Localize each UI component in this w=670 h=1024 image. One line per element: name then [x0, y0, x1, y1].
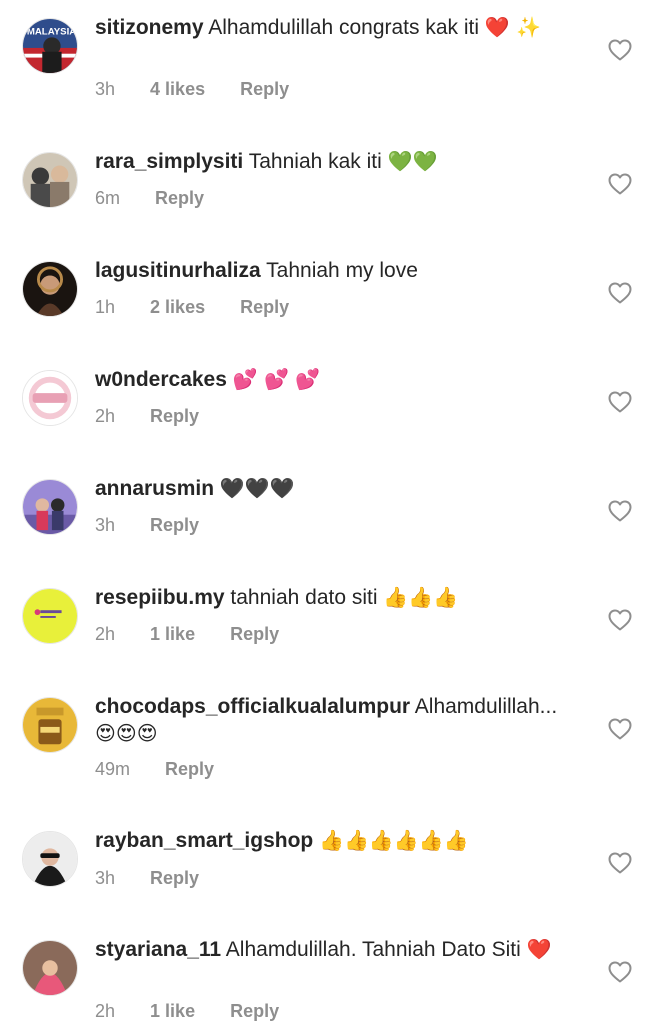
- svg-text:MALAYSIA: MALAYSIA: [27, 26, 76, 37]
- reply-button[interactable]: Reply: [150, 406, 199, 426]
- reply-button[interactable]: Reply: [240, 297, 289, 317]
- reply-button[interactable]: Reply: [150, 515, 199, 535]
- heart-outline-icon[interactable]: [608, 852, 632, 874]
- comment-time: 3h: [95, 868, 116, 888]
- comment-emoji: 👍👍👍👍👍👍: [319, 828, 469, 852]
- comment-likes[interactable]: 4 likes: [150, 79, 205, 99]
- avatar[interactable]: [22, 479, 78, 535]
- comment-username[interactable]: rara_simplysiti: [95, 150, 243, 173]
- comment-username[interactable]: w0ndercakes: [95, 368, 227, 391]
- comment-meta: 49m Reply: [95, 759, 244, 780]
- comment-text: annarusmin 🖤🖤🖤: [95, 475, 565, 502]
- heart-outline-icon[interactable]: [608, 391, 632, 413]
- comment-likes[interactable]: 2 likes: [150, 297, 205, 317]
- comment-meta: 3h 4 likes Reply: [95, 79, 319, 100]
- comment-text: styariana_11 Alhamdulillah. Tahniah Dato…: [95, 936, 565, 963]
- comment-message: Alhamdulillah congrats kak iti: [208, 16, 480, 39]
- avatar[interactable]: [22, 370, 78, 426]
- comment-meta: 2h 1 like Reply: [95, 624, 309, 645]
- comment-username[interactable]: chocodaps_officialkualalumpur: [95, 695, 410, 718]
- comment-text: resepiibu.my tahniah dato siti 👍👍👍: [95, 584, 565, 611]
- comment-time: 6m: [95, 188, 121, 208]
- comment-text: lagusitinurhaliza Tahniah my love: [95, 257, 565, 284]
- comment-meta: 3h Reply: [95, 868, 229, 889]
- comment-emoji: ❤️ ✨: [484, 15, 542, 39]
- comment-text: chocodaps_officialkualalumpur Alhamdulil…: [95, 693, 565, 747]
- reply-button[interactable]: Reply: [230, 624, 279, 644]
- reply-button[interactable]: Reply: [150, 868, 199, 888]
- heart-outline-icon[interactable]: [608, 173, 632, 195]
- comment-time: 2h: [95, 1001, 116, 1021]
- comment-username[interactable]: rayban_smart_igshop: [95, 829, 313, 852]
- comment-time: 3h: [95, 515, 116, 535]
- heart-outline-icon[interactable]: [608, 609, 632, 631]
- comment-emoji: 😍😍😍: [95, 721, 158, 745]
- reply-button[interactable]: Reply: [165, 759, 214, 779]
- heart-outline-icon[interactable]: [608, 282, 632, 304]
- comment-time: 2h: [95, 406, 116, 426]
- comment-username[interactable]: lagusitinurhaliza: [95, 259, 261, 282]
- comment-time: 3h: [95, 79, 116, 99]
- comment-text: rayban_smart_igshop 👍👍👍👍👍👍: [95, 827, 565, 854]
- comment-meta: 3h Reply: [95, 515, 229, 536]
- comment-meta: 2h Reply: [95, 406, 229, 427]
- comment-meta: 1h 2 likes Reply: [95, 297, 319, 318]
- avatar[interactable]: [22, 831, 78, 887]
- comment-username[interactable]: annarusmin: [95, 477, 214, 500]
- comment-username[interactable]: resepiibu.my: [95, 586, 225, 609]
- comment-text: sitizonemy Alhamdulillah congrats kak it…: [95, 14, 565, 41]
- comment-message: Tahniah my love: [266, 259, 418, 282]
- comment-emoji: ❤️: [526, 937, 552, 961]
- comment-time: 2h: [95, 624, 116, 644]
- avatar[interactable]: [22, 940, 78, 996]
- heart-outline-icon[interactable]: [608, 961, 632, 983]
- comment-username[interactable]: styariana_11: [95, 938, 221, 961]
- comment-emoji: 💚💚: [387, 149, 438, 173]
- avatar[interactable]: [22, 697, 78, 753]
- comment-message: Alhamdulillah. Tahniah Dato Siti: [225, 938, 521, 961]
- reply-button[interactable]: Reply: [155, 188, 204, 208]
- comment-likes[interactable]: 1 like: [150, 624, 195, 644]
- avatar[interactable]: MALAYSIA: [22, 18, 78, 74]
- heart-outline-icon[interactable]: [608, 500, 632, 522]
- comment-username[interactable]: sitizonemy: [95, 16, 204, 39]
- comment-message: tahniah dato siti: [230, 586, 378, 609]
- reply-button[interactable]: Reply: [230, 1001, 279, 1021]
- avatar[interactable]: [22, 261, 78, 317]
- comment-time: 49m: [95, 759, 131, 779]
- heart-outline-icon[interactable]: [608, 718, 632, 740]
- comment-text: w0ndercakes 💕 💕 💕: [95, 366, 565, 393]
- comment-message: Alhamdulillah...: [414, 695, 558, 718]
- reply-button[interactable]: Reply: [240, 79, 289, 99]
- avatar[interactable]: [22, 588, 78, 644]
- avatar[interactable]: [22, 152, 78, 208]
- comment-time: 1h: [95, 297, 116, 317]
- comment-meta: 6m Reply: [95, 188, 234, 209]
- comment-message: Tahniah kak iti: [248, 150, 382, 173]
- comment-meta: 2h 1 like Reply: [95, 1001, 309, 1022]
- heart-outline-icon[interactable]: [608, 39, 632, 61]
- comment-text: rara_simplysiti Tahniah kak iti 💚💚: [95, 148, 565, 175]
- comment-emoji: 🖤🖤🖤: [219, 476, 295, 500]
- comment-likes[interactable]: 1 like: [150, 1001, 195, 1021]
- comment-emoji: 👍👍👍: [383, 585, 459, 609]
- comment-emoji: 💕 💕 💕: [232, 367, 321, 391]
